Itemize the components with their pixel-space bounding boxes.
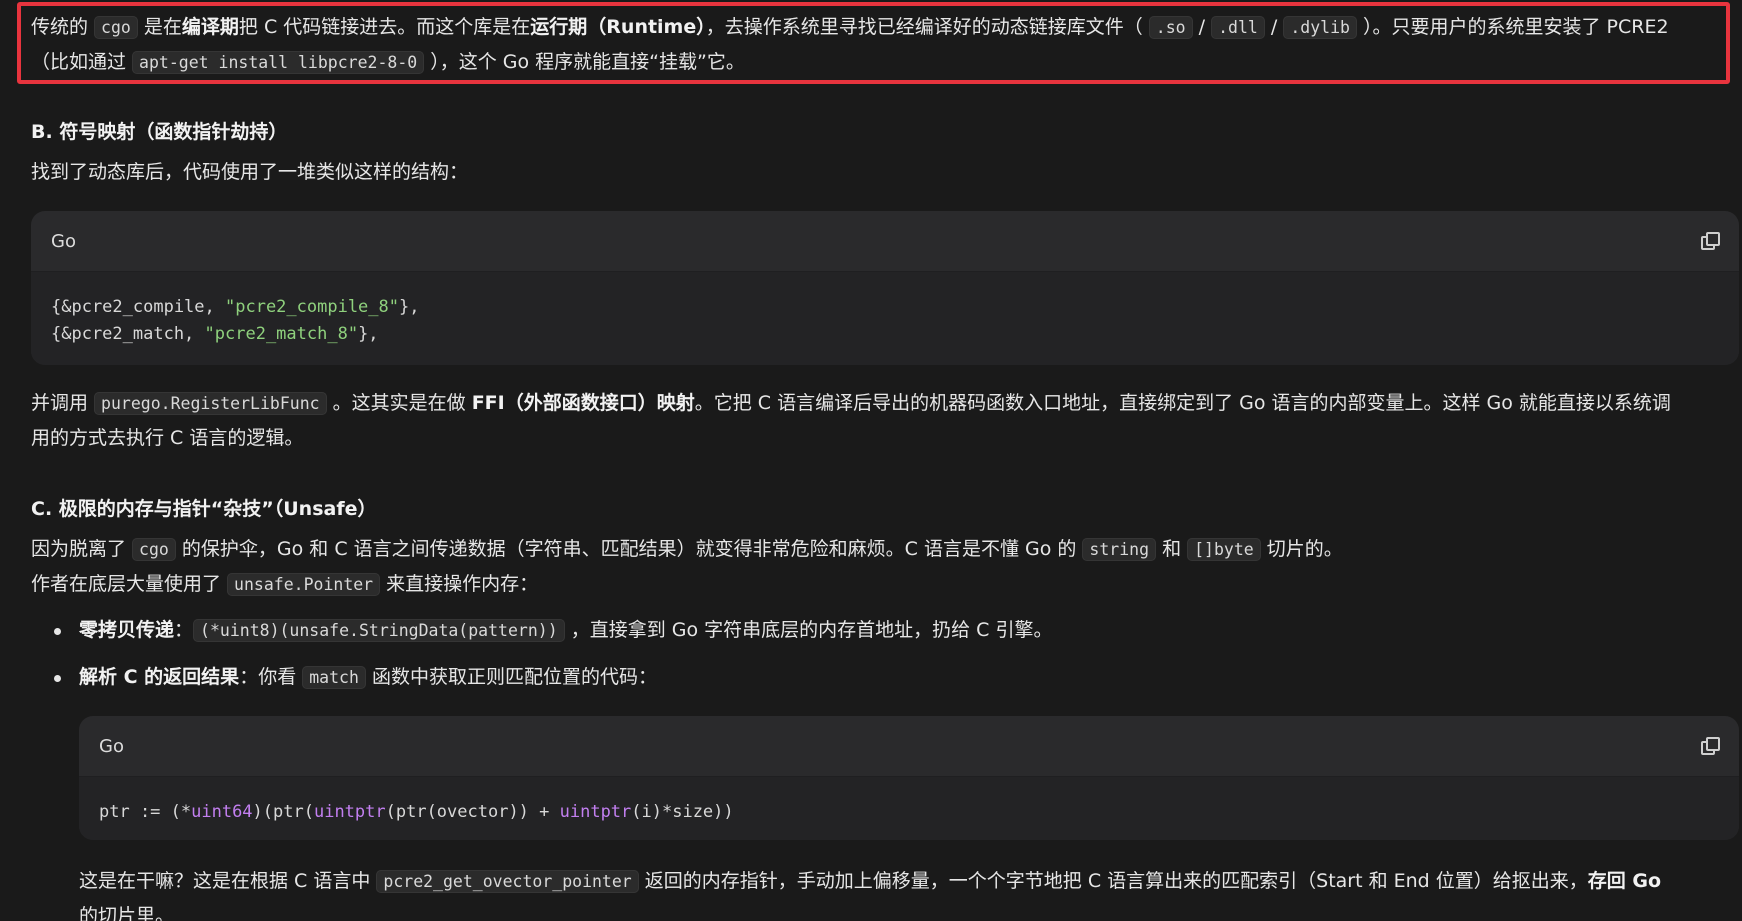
code-language-label: Go [99, 735, 124, 757]
code-block-header: Go [79, 716, 1739, 777]
inline-code-string-data: (*uint8)(unsafe.StringData(pattern)) [193, 619, 565, 642]
inline-code-register-lib-func: purego.RegisterLibFunc [94, 392, 327, 415]
inline-code-unsafe-pointer: unsafe.Pointer [227, 573, 381, 596]
code-block-symbol-map: Go {&pcre2_compile, "pcre2_compile_8"}, … [31, 211, 1739, 365]
code-block-body: ptr := (*uint64)(ptr(uintptr(ptr(ovector… [79, 777, 1739, 840]
inline-code-match: match [302, 666, 366, 689]
section-c-heading: C. 极限的内存与指针“杂技”（Unsafe） [31, 498, 377, 520]
paragraph-runtime-loading: 传统的 cgo 是在编译期把 C 代码链接进去。而这个库是在运行期（Runtim… [31, 16, 1669, 74]
list-item-parse-result: 解析 C 的返回结果：你看 match 函数中获取正则匹配位置的代码： [52, 660, 1732, 695]
inline-code-apt-get: apt-get install libpcre2-8-0 [132, 51, 425, 74]
paragraph-ffi-mapping: 并调用 purego.RegisterLibFunc 。这其实是在做 FFI（外… [31, 392, 1671, 449]
paragraph-ovector-explain: 这是在干嘛？这是在根据 C 语言中 pcre2_get_ovector_poin… [79, 870, 1662, 921]
inline-code-cgo-2: cgo [132, 538, 176, 561]
code-block-ovector: Go ptr := (*uint64)(ptr(uintptr(ptr(ovec… [79, 716, 1739, 840]
code-language-label: Go [51, 230, 76, 252]
chat-response-content: 传统的 cgo 是在编译期把 C 代码链接进去。而这个库是在运行期（Runtim… [0, 0, 1742, 921]
code-block-header: Go [31, 211, 1739, 272]
inline-code-dylib: .dylib [1283, 16, 1357, 39]
copy-icon[interactable] [1701, 737, 1720, 755]
inline-code-cgo: cgo [94, 16, 138, 39]
section-b-heading: B. 符号映射（函数指针劫持） [31, 121, 288, 143]
list-item-zero-copy: 零拷贝传递： (*uint8)(unsafe.StringData(pattern… [52, 613, 1732, 648]
bullet-list: 零拷贝传递： (*uint8)(unsafe.StringData(pattern… [52, 613, 1732, 695]
copy-icon[interactable] [1701, 232, 1720, 250]
inline-code-string: string [1082, 538, 1157, 561]
inline-code-so: .so [1148, 16, 1193, 39]
inline-code-ovector-pointer: pcre2_get_ovector_pointer [376, 870, 639, 893]
paragraph-unsafe-intro: 因为脱离了 cgo 的保护伞，Go 和 C 语言之间传递数据（字符串、匹配结果）… [31, 538, 1343, 596]
section-b-intro: 找到了动态库后，代码使用了一堆类似这样的结构： [31, 161, 469, 183]
inline-code-byte-slice: []byte [1187, 538, 1261, 561]
code-block-body: {&pcre2_compile, "pcre2_compile_8"}, {&p… [31, 272, 1739, 365]
inline-code-dll: .dll [1211, 16, 1265, 39]
